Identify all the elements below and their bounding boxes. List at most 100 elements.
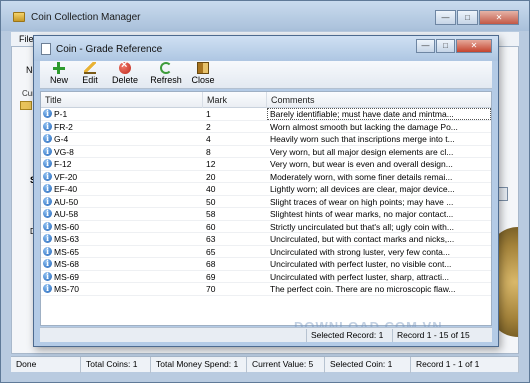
cell-title-text: P-1 (54, 109, 68, 119)
cell-title: AU-50 (41, 196, 201, 208)
dialog-close-button[interactable]: ✕ (456, 39, 492, 53)
cell-title: MS-65 (41, 246, 201, 258)
cell-mark: 65 (206, 246, 216, 257)
table-row[interactable]: MS-68 68 Uncirculated with perfect luster,… (41, 258, 491, 271)
cell-mark: 2 (206, 121, 211, 132)
table-row[interactable]: MS-65 65 Uncirculated with strong luster, … (41, 246, 491, 258)
cell-title: P-1 (41, 108, 201, 120)
info-icon (43, 258, 52, 269)
table-row[interactable]: AU-50 50 Slight traces of wear on high poi… (41, 196, 491, 208)
table-row[interactable]: P-1 1 Barely identifiable; must have date … (41, 108, 491, 121)
column-header-mark[interactable]: Mark (203, 92, 267, 108)
document-icon (41, 43, 51, 55)
dialog-minimize-button[interactable]: — (416, 39, 435, 53)
cell-mark: 68 (206, 259, 216, 269)
cell-mark: 58 (206, 209, 216, 219)
cell-title-text: MS-65 (54, 246, 80, 257)
table-row[interactable]: EF-40 40 Lightly worn; all devices are cle… (41, 183, 491, 196)
dialog-statusbar: Selected Record: 1 Record 1 - 15 of 15 (40, 327, 492, 342)
cell-mark: 70 (206, 284, 216, 294)
new-button[interactable]: New (48, 62, 70, 88)
status-cell: Done (11, 357, 81, 373)
close-label: Close (191, 75, 215, 85)
info-icon (43, 246, 52, 257)
plus-icon (53, 62, 65, 74)
table-row[interactable]: MS-60 60 Strictly uncirculated but that's … (41, 221, 491, 233)
cell-title-text: MS-60 (54, 221, 80, 232)
cell-mark: 50 (206, 196, 216, 207)
refresh-label: Refresh (150, 75, 182, 85)
cell-title-text: MS-69 (54, 271, 80, 282)
close-window-button[interactable]: ✕ (479, 10, 519, 25)
selected-record-status: Selected Record: 1 (306, 329, 392, 342)
table-row[interactable]: VF-20 20 Moderately worn, with some finer … (41, 171, 491, 183)
cell-mark: 8 (206, 146, 211, 157)
cell-mark: 20 (206, 171, 216, 182)
status-cell: Selected Coin: 1 (325, 357, 411, 373)
cell-comments: Very worn, but all major design elements… (270, 146, 454, 157)
cell-title: MS-63 (41, 233, 201, 245)
cell-title-text: VG-8 (54, 146, 74, 157)
cell-mark: 63 (206, 234, 216, 244)
maximize-button[interactable]: □ (457, 10, 478, 25)
door-icon (197, 62, 209, 74)
cell-comments: Uncirculated with perfect luster, sharp,… (270, 271, 450, 282)
table-header: Title Mark Comments (41, 92, 491, 108)
cell-title: G-4 (41, 133, 201, 145)
cell-comments: Uncirculated with perfect luster, no vis… (270, 259, 452, 269)
edit-button[interactable]: Edit (80, 62, 100, 88)
refresh-icon (160, 62, 172, 74)
cell-comments: Very worn, but wear is even and overall … (270, 159, 453, 169)
table-row[interactable]: AU-58 58 Slightest hints of wear marks, no… (41, 208, 491, 221)
cell-mark: 40 (206, 184, 216, 194)
coin-app-icon (13, 12, 25, 22)
cell-title-text: MS-68 (54, 259, 80, 269)
dialog-titlebar: Coin - Grade Reference — □ ✕ (34, 36, 498, 61)
status-cell: Total Money Spend: 1 (151, 357, 247, 373)
new-label: New (49, 75, 68, 85)
table-body: P-1 1 Barely identifiable; must have date … (41, 108, 491, 296)
cell-comments: Barely identifiable; must have date and … (267, 108, 491, 120)
cell-comments: Heavily worn such that inscriptions merg… (270, 134, 455, 144)
table-row[interactable]: MS-63 63 Uncirculated, but with contact ma… (41, 233, 491, 246)
info-icon (43, 271, 52, 282)
cell-title-text: AU-58 (54, 209, 79, 219)
info-icon (43, 146, 52, 157)
dialog-title: Coin - Grade Reference (56, 44, 163, 55)
cell-comments: Slightest hints of wear marks, no major … (270, 209, 454, 219)
grade-reference-dialog: Coin - Grade Reference — □ ✕ New Edit De… (33, 35, 499, 347)
table-row[interactable]: FR-2 2 Worn almost smooth but lacking the … (41, 121, 491, 133)
delete-icon (119, 59, 131, 74)
grade-table[interactable]: Title Mark Comments P-1 1 Barely identifia… (40, 91, 492, 326)
column-header-comments[interactable]: Comments (267, 92, 491, 108)
table-row[interactable]: MS-69 69 Uncirculated with perfect luster,… (41, 271, 491, 283)
table-row[interactable]: G-4 4 Heavily worn such that inscriptions … (41, 133, 491, 146)
cell-title: MS-68 (41, 258, 201, 270)
delete-label: Delete (111, 75, 138, 85)
info-icon (43, 283, 52, 294)
cell-mark: 12 (206, 159, 216, 169)
dialog-maximize-button[interactable]: □ (436, 39, 455, 53)
close-button[interactable]: Close (190, 62, 216, 88)
cell-title-text: MS-70 (54, 284, 80, 294)
cell-title-text: G-4 (54, 134, 69, 144)
main-window-title: Coin Collection Manager (31, 12, 141, 23)
minimize-button[interactable]: — (435, 10, 456, 25)
cell-title-text: AU-50 (54, 196, 79, 207)
info-icon (43, 158, 52, 169)
cell-comments: Strictly uncirculated but that's all; ug… (270, 221, 454, 232)
cell-comments: Lightly worn; all devices are clear, maj… (270, 184, 455, 194)
table-row[interactable]: VG-8 8 Very worn, but all major design ele… (41, 146, 491, 158)
cell-title: MS-70 (41, 283, 201, 295)
refresh-button[interactable]: Refresh (148, 62, 184, 88)
table-row[interactable]: MS-70 70 The perfect coin. There are no mi… (41, 283, 491, 296)
status-cell: Current Value: 5 (247, 357, 325, 373)
info-icon (43, 133, 52, 144)
status-cell: Total Coins: 1 (81, 357, 151, 373)
delete-button[interactable]: Delete (110, 59, 140, 88)
folder-icon[interactable] (20, 101, 32, 110)
column-header-title[interactable]: Title (41, 92, 203, 108)
cell-mark: 4 (206, 134, 211, 144)
cell-title: VG-8 (41, 146, 201, 158)
table-row[interactable]: F-12 12 Very worn, but wear is even and ov… (41, 158, 491, 171)
